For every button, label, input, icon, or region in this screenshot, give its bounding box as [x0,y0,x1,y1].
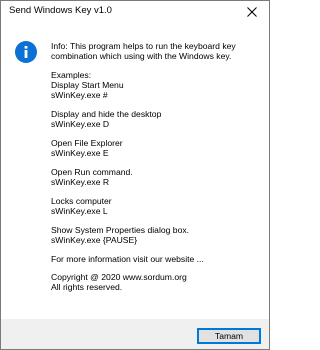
example-title: Open Run command. [51,166,133,177]
window-title: Send Windows Key v1.0 [9,5,112,16]
info-icon [15,41,37,63]
examples-heading: Examples: [51,69,92,80]
example-title: Open File Explorer [51,137,123,148]
example-command: sWinKey.exe {PAUSE} [51,234,138,245]
message-text: Info: This program helps to run the keyb… [51,41,263,293]
copyright-text: Copyright @ 2020 www.sordum.org [51,272,187,283]
example-title: Display Start Menu [51,80,124,91]
message-box-window: Send Windows Key v1.0 Info: This program… [0,0,270,350]
example-command: sWinKey.exe R [51,177,110,188]
close-button[interactable] [235,1,269,23]
example-title: Display and hide the desktop [51,109,162,120]
rights-text: All rights reserved. [51,282,123,293]
title-bar[interactable]: Send Windows Key v1.0 [1,1,269,23]
example-title: Show System Properties dialog box. [51,224,190,235]
button-bar: Tamam [1,319,269,349]
example-command: sWinKey.exe L [51,205,108,216]
example-title: Locks computer [51,195,112,206]
intro-line-1: Info: This program helps to run the keyb… [51,41,236,51]
intro-line-2: combination which using with the Windows… [51,51,232,62]
more-info-text: For more information visit our website .… [51,253,204,264]
example-command: sWinKey.exe E [51,148,109,159]
example-command: sWinKey.exe # [51,90,108,101]
close-icon [247,7,257,17]
example-command: sWinKey.exe D [51,119,110,130]
ok-button[interactable]: Tamam [197,328,261,344]
